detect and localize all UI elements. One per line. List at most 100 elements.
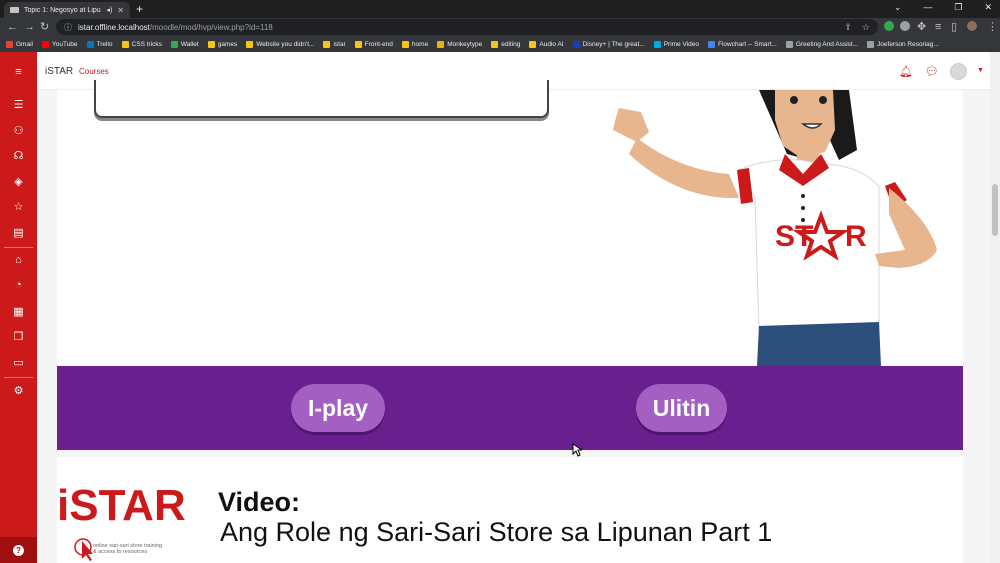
minimize-icon[interactable]: — xyxy=(923,2,932,13)
help-button[interactable]: ? xyxy=(0,537,37,563)
media-control-icon[interactable]: ≡ xyxy=(935,20,941,34)
star-icon[interactable]: ☆ xyxy=(0,196,37,216)
browser-menu-icon[interactable]: ⋮ xyxy=(987,20,998,34)
cursor-hand-icon xyxy=(74,538,93,561)
svg-text:R: R xyxy=(845,220,867,253)
repeat-button[interactable]: Ulitin xyxy=(636,384,727,432)
bookmark-icon xyxy=(437,40,445,48)
close-window-icon[interactable]: ✕ xyxy=(984,2,992,13)
forward-icon[interactable]: → xyxy=(24,20,35,34)
home-icon[interactable]: ⌂ xyxy=(0,250,37,270)
bookmark-item[interactable]: Wallet xyxy=(170,40,199,48)
bookmark-label: istar xyxy=(333,40,346,48)
bookmark-label: games xyxy=(217,40,238,48)
window-controls: ⌄ — ❐ ✕ xyxy=(894,2,992,13)
bookmark-item[interactable]: Monkeytype xyxy=(437,40,482,48)
bookmark-item[interactable]: CSS tricks xyxy=(121,40,162,48)
layers-icon[interactable]: ◈ xyxy=(0,171,37,191)
site-info-icon[interactable]: ⓘ xyxy=(64,22,72,33)
bookmark-icon xyxy=(170,40,178,48)
video-title: Ang Role ng Sari-Sari Store sa Lipunan P… xyxy=(220,517,773,547)
url-host: istar.offline.localhost xyxy=(78,22,150,32)
bookmark-label: Wallet xyxy=(180,40,199,48)
extensions-puzzle-icon[interactable]: ✥ xyxy=(917,20,926,34)
video-card: iSTAR online sari-sari store training & … xyxy=(57,457,963,563)
moodle-sidebar: ≡ ☰ ⚇ ☊ ◈ ☆ ▤ ⌂ ◔ ▦ ❐ ▭ ⚙ ? xyxy=(0,52,37,563)
courses-link[interactable]: Courses xyxy=(79,67,109,76)
bookmark-star-icon[interactable]: ☆ xyxy=(862,22,870,33)
extension-grey-icon[interactable] xyxy=(900,21,910,31)
book-icon[interactable]: ▤ xyxy=(0,222,37,242)
bookmark-label: Greeting And Assist... xyxy=(795,40,859,48)
istar-logo: iSTAR online sari-sari store training & … xyxy=(57,457,197,563)
bookmarks-bar: Gmail YouTube Trello CSS tricks Wallet games W… xyxy=(0,36,1000,52)
support-icon[interactable]: ☊ xyxy=(0,145,37,165)
reload-icon[interactable]: ↻ xyxy=(40,20,49,34)
site-brand[interactable]: iSTAR xyxy=(45,66,73,77)
extension-green-icon[interactable] xyxy=(884,21,894,31)
user-icon[interactable]: ⚇ xyxy=(0,120,37,140)
bookmark-item[interactable]: home xyxy=(401,40,428,48)
bookmark-item[interactable]: Gmail xyxy=(6,40,33,48)
bookmark-item[interactable]: YouTube xyxy=(41,40,78,48)
bookmark-item[interactable]: Disney+ | The great... xyxy=(572,40,645,48)
profile-avatar-icon[interactable] xyxy=(967,21,977,31)
page-scrollbar[interactable] xyxy=(990,52,1000,563)
bookmark-item[interactable]: Flowchart -- Smart... xyxy=(708,40,777,48)
files-icon[interactable]: ❐ xyxy=(0,326,37,346)
tab-search-icon[interactable]: ⌄ xyxy=(894,2,902,13)
restore-icon[interactable]: ❐ xyxy=(954,2,962,13)
tab-audio-icon[interactable]: ◂) xyxy=(106,6,112,14)
bookmark-item[interactable]: Website you didn't... xyxy=(246,40,315,48)
dashboard-icon[interactable]: ◔ xyxy=(0,275,37,295)
tab-close-icon[interactable]: ✕ xyxy=(117,6,124,15)
messages-icon[interactable]: 💬︎ xyxy=(925,65,939,78)
share-icon[interactable]: ⇪ xyxy=(844,22,852,33)
bookmark-icon xyxy=(323,40,331,48)
bookmark-item[interactable]: Trello xyxy=(86,40,113,48)
browser-tab-bar: Topic 1: Negosyo at Lipunan ◂) ✕ + ⌄ — ❐… xyxy=(0,0,1000,18)
play-button[interactable]: I-play xyxy=(291,384,385,432)
bookmark-item[interactable]: games xyxy=(207,40,238,48)
new-tab-button[interactable]: + xyxy=(136,2,143,16)
tab-favicon-icon xyxy=(10,7,19,13)
bookmark-item[interactable]: Greeting And Assist... xyxy=(785,40,859,48)
bookmark-item[interactable]: Prime Video xyxy=(653,40,699,48)
bookmark-icon xyxy=(246,40,254,48)
bookmark-label: Trello xyxy=(96,40,113,48)
notifications-bell-icon[interactable]: 🔔︎ xyxy=(899,65,913,78)
bookmark-item[interactable]: editing xyxy=(491,40,521,48)
url-path: /moodle/mod/hvp/view.php?id=118 xyxy=(149,22,273,32)
bookmark-label: Gmail xyxy=(16,40,33,48)
bookmark-icon xyxy=(401,40,409,48)
bookmark-icon xyxy=(41,40,49,48)
menu-icon[interactable]: ≡ xyxy=(0,62,37,82)
video-heading: Video: xyxy=(218,487,301,517)
user-menu-caret-icon[interactable]: ▼ xyxy=(977,67,984,74)
settings-icon[interactable]: ⚙ xyxy=(0,380,37,400)
list-icon[interactable]: ☰ xyxy=(0,94,37,114)
sidebar-divider xyxy=(4,377,33,378)
mouse-pointer-icon xyxy=(572,443,582,457)
bookmark-icon xyxy=(6,40,13,48)
bookmark-label: Website you didn't... xyxy=(256,40,315,48)
bookmark-item[interactable]: istar xyxy=(323,40,346,48)
bookmark-label: Joeferson Resoriag... xyxy=(877,40,939,48)
bookmark-label: Disney+ | The great... xyxy=(582,40,645,48)
back-icon[interactable]: ← xyxy=(7,20,18,34)
browser-tab[interactable]: Topic 1: Negosyo at Lipunan ◂) ✕ xyxy=(4,2,130,18)
bookmark-icon xyxy=(529,40,537,48)
address-bar[interactable]: ⓘ istar.offline.localhost/moodle/mod/hvp… xyxy=(56,19,878,35)
bookmark-item[interactable]: Joeferson Resoriag... xyxy=(867,40,939,48)
logo-tagline: online sari-sari store training & access… xyxy=(93,543,163,555)
speech-bubble xyxy=(94,80,549,118)
bookmark-label: editing xyxy=(501,40,521,48)
bookmark-item[interactable]: Audio AI xyxy=(529,40,564,48)
clipboard-icon[interactable]: ▭ xyxy=(0,352,37,372)
bookmark-icon xyxy=(785,40,793,48)
side-panel-icon[interactable]: ▯ xyxy=(951,20,957,34)
user-avatar[interactable] xyxy=(950,63,967,80)
calendar-icon[interactable]: ▦ xyxy=(0,301,37,321)
bookmark-item[interactable]: Front-end xyxy=(354,40,393,48)
scrollbar-thumb[interactable] xyxy=(992,184,998,236)
